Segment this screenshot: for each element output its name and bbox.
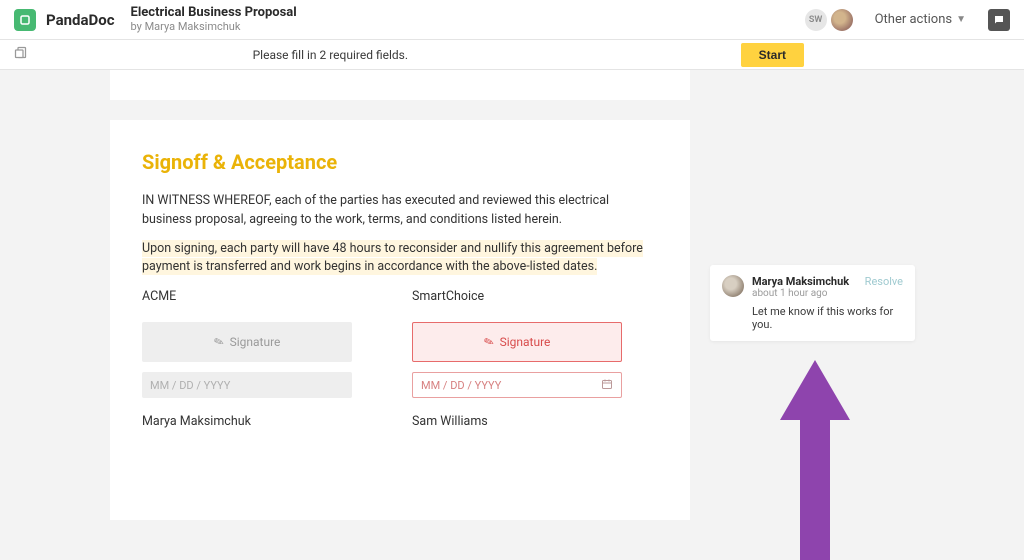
resolve-button[interactable]: Resolve (865, 275, 903, 288)
date-field-left: MM / DD / YYYY (142, 372, 352, 398)
document-author: by Marya Maksimchuk (131, 20, 297, 33)
date-placeholder-right: MM / DD / YYYY (421, 379, 501, 392)
other-actions-label: Other actions (875, 12, 952, 27)
signature-label-right: Signature (500, 335, 551, 349)
comment-card[interactable]: Marya Maksimchuk about 1 hour ago Resolv… (710, 265, 915, 341)
pandadoc-logo-icon (14, 9, 36, 31)
document-meta: Electrical Business Proposal by Marya Ma… (131, 6, 297, 33)
signer-left: ACME ✎ Signature MM / DD / YYYY Marya Ma… (142, 289, 352, 429)
document-page: Signoff & Acceptance IN WITNESS WHEREOF,… (110, 120, 690, 520)
action-bar: Please fill in 2 required fields. Start (0, 40, 1024, 70)
signer-name-left: Marya Maksimchuk (142, 414, 352, 429)
signature-field-left: ✎ Signature (142, 322, 352, 362)
avatar-initials[interactable]: SW (805, 9, 827, 31)
date-placeholder-left: MM / DD / YYYY (150, 379, 230, 392)
date-field-right[interactable]: MM / DD / YYYY (412, 372, 622, 398)
workspace: Signoff & Acceptance IN WITNESS WHEREOF,… (0, 70, 1024, 512)
signature-label-left: Signature (230, 335, 281, 349)
comment-time: about 1 hour ago (752, 288, 857, 299)
paragraph-highlighted: Upon signing, each party will have 48 ho… (142, 240, 658, 278)
comment-header: Marya Maksimchuk about 1 hour ago Resolv… (722, 275, 903, 299)
start-button[interactable]: Start (741, 43, 804, 67)
document-title: Electrical Business Proposal (131, 6, 297, 20)
comment-body: Let me know if this works for you. (752, 305, 903, 331)
signature-row: ACME ✎ Signature MM / DD / YYYY Marya Ma… (142, 289, 658, 429)
highlighted-text: Upon signing, each party will have 48 ho… (142, 240, 643, 276)
top-bar: PandaDoc Electrical Business Proposal by… (0, 0, 1024, 40)
comment-avatar (722, 275, 744, 297)
chat-icon[interactable] (988, 9, 1010, 31)
annotation-arrow-icon (780, 360, 850, 560)
paragraph-witness: IN WITNESS WHEREOF, each of the parties … (142, 192, 658, 230)
signer-right: SmartChoice ✎ Signature MM / DD / YYYY S… (412, 289, 622, 429)
pen-icon: ✎ (211, 334, 225, 351)
avatar-photo[interactable] (831, 9, 853, 31)
comment-author: Marya Maksimchuk (752, 275, 857, 288)
signer-name-right: Sam Williams (412, 414, 622, 429)
clipboard-icon[interactable] (0, 45, 40, 64)
company-left: ACME (142, 289, 352, 304)
signature-field-right[interactable]: ✎ Signature (412, 322, 622, 362)
brand-name: PandaDoc (46, 11, 115, 29)
required-fields-message: Please fill in 2 required fields. (40, 48, 741, 62)
calendar-icon (601, 378, 613, 393)
previous-page-stub (110, 70, 690, 100)
company-right: SmartChoice (412, 289, 622, 304)
pen-icon: ✎ (481, 334, 495, 351)
other-actions-menu[interactable]: Other actions ▼ (875, 12, 966, 27)
chevron-down-icon: ▼ (956, 14, 966, 25)
section-heading: Signoff & Acceptance (142, 150, 658, 174)
